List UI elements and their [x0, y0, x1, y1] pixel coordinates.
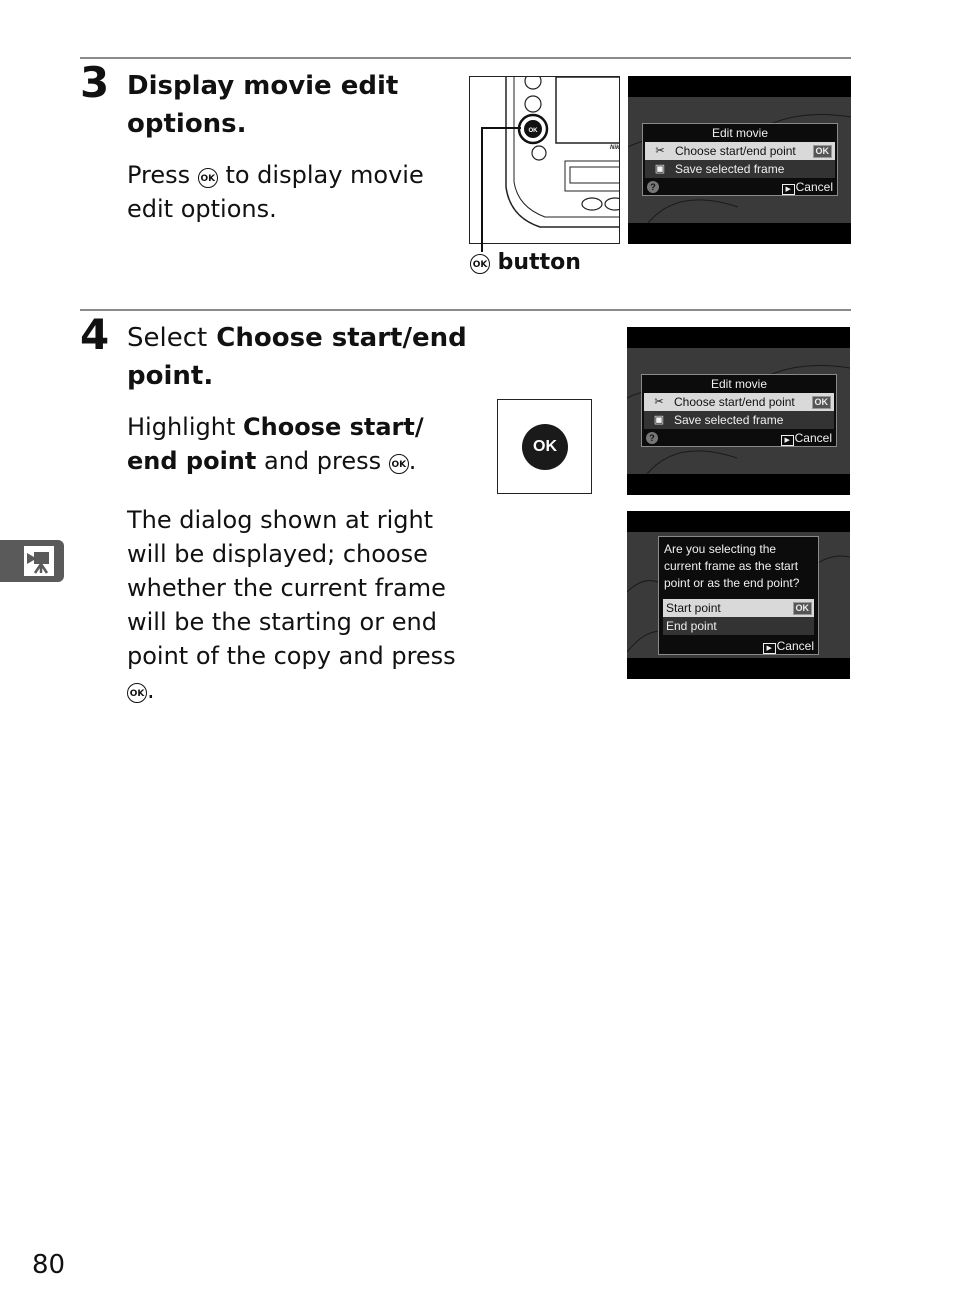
help-icon: ?	[646, 432, 658, 444]
save-frame-icon: ▣	[654, 163, 666, 175]
instruction-text: Highlight	[127, 413, 236, 441]
camera-screen-edit-movie: Edit movie ✂ Choose start/end point OK ▣…	[628, 76, 851, 244]
menu-item-save-frame[interactable]: ▣ Save selected frame	[644, 411, 834, 429]
cancel-label: Cancel	[776, 639, 814, 653]
playback-icon: ▶	[780, 435, 794, 446]
camera-back-illustration: OK Nik	[469, 76, 620, 244]
ok-button-icon: OK	[388, 454, 409, 474]
menu-item-label: Choose start/end point	[675, 144, 796, 158]
step-number: 3	[80, 58, 110, 107]
camera-screen-start-end-dialog: Are you selecting the current frame as t…	[627, 511, 850, 679]
movie-camera-icon	[24, 546, 54, 576]
ok-badge: OK	[792, 602, 812, 615]
edit-movie-menu: Edit movie ✂ Choose start/end point OK ▣…	[642, 123, 838, 196]
menu-item-save-frame[interactable]: ▣ Save selected frame	[645, 160, 835, 178]
menu-item-choose-start-end[interactable]: ✂ Choose start/end point OK	[645, 142, 835, 160]
step-instruction: Press OK to display movie edit options.	[127, 158, 457, 226]
ok-button-icon: OK	[127, 683, 147, 703]
instruction-punct: .	[408, 447, 417, 475]
chapter-tab-movie[interactable]	[0, 540, 64, 582]
playback-icon: ▶	[762, 643, 776, 654]
explanation-punct: .	[147, 676, 155, 704]
help-icon: ?	[647, 181, 659, 193]
ok-button-callout: OK button	[470, 250, 581, 275]
edit-movie-menu: Edit movie ✂ Choose start/end point OK ▣…	[641, 374, 837, 447]
ok-badge: OK	[811, 396, 831, 409]
camera-screen-edit-movie: Edit movie ✂ Choose start/end point OK ▣…	[627, 327, 850, 495]
step-title: Display movie edit options.	[127, 71, 399, 139]
step-number: 4	[80, 310, 110, 359]
cancel-label: Cancel	[794, 431, 832, 445]
instruction-text: and press	[264, 447, 382, 475]
callout-label: button	[497, 250, 581, 275]
ok-button-icon: OK	[522, 424, 568, 470]
ok-button-icon: OK	[470, 254, 490, 274]
option-label: Start point	[666, 601, 721, 615]
menu-item-label: Save selected frame	[675, 162, 785, 176]
ok-button-icon: OK	[197, 168, 218, 188]
explanation-text: The dialog shown at right will be displa…	[127, 506, 456, 670]
option-start-point[interactable]: Start point OK	[663, 599, 814, 617]
save-frame-icon: ▣	[653, 414, 665, 426]
start-end-dialog: Are you selecting the current frame as t…	[658, 536, 819, 655]
section-divider-step-3	[80, 57, 851, 59]
step-instruction: Highlight Choose start/ end point and pr…	[127, 410, 457, 478]
title-punct: .	[203, 361, 214, 391]
menu-item-choose-start-end[interactable]: ✂ Choose start/end point OK	[644, 393, 834, 411]
ok-button-graphic: OK	[497, 399, 592, 494]
callout-leader-line	[481, 127, 521, 129]
svg-text:Nik: Nik	[610, 145, 620, 151]
section-divider-step-4	[80, 309, 851, 311]
option-end-point[interactable]: End point	[663, 617, 814, 635]
scissors-icon: ✂	[655, 145, 665, 157]
playback-icon: ▶	[781, 184, 795, 195]
step-explanation: The dialog shown at right will be displa…	[127, 503, 457, 707]
title-text: Select	[127, 323, 208, 353]
menu-item-label: Save selected frame	[674, 413, 784, 427]
instruction-text: Press	[127, 161, 191, 189]
dialog-question: Are you selecting the current frame as t…	[664, 542, 800, 590]
page-number: 80	[32, 1250, 66, 1280]
scissors-icon: ✂	[654, 396, 664, 408]
svg-text:OK: OK	[529, 128, 539, 134]
cancel-hint: ▶ Cancel	[780, 429, 832, 447]
cancel-label: Cancel	[795, 180, 833, 194]
cancel-hint: ▶ Cancel	[781, 178, 833, 196]
step-title: Select Choose start/end point.	[127, 319, 467, 395]
option-label: End point	[666, 619, 717, 633]
menu-title: Edit movie	[711, 126, 769, 140]
callout-leader-line	[481, 128, 483, 252]
cancel-hint: ▶ Cancel	[762, 636, 814, 656]
menu-title: Edit movie	[710, 377, 768, 391]
menu-item-label: Choose start/end point	[674, 395, 795, 409]
ok-badge: OK	[812, 145, 832, 158]
